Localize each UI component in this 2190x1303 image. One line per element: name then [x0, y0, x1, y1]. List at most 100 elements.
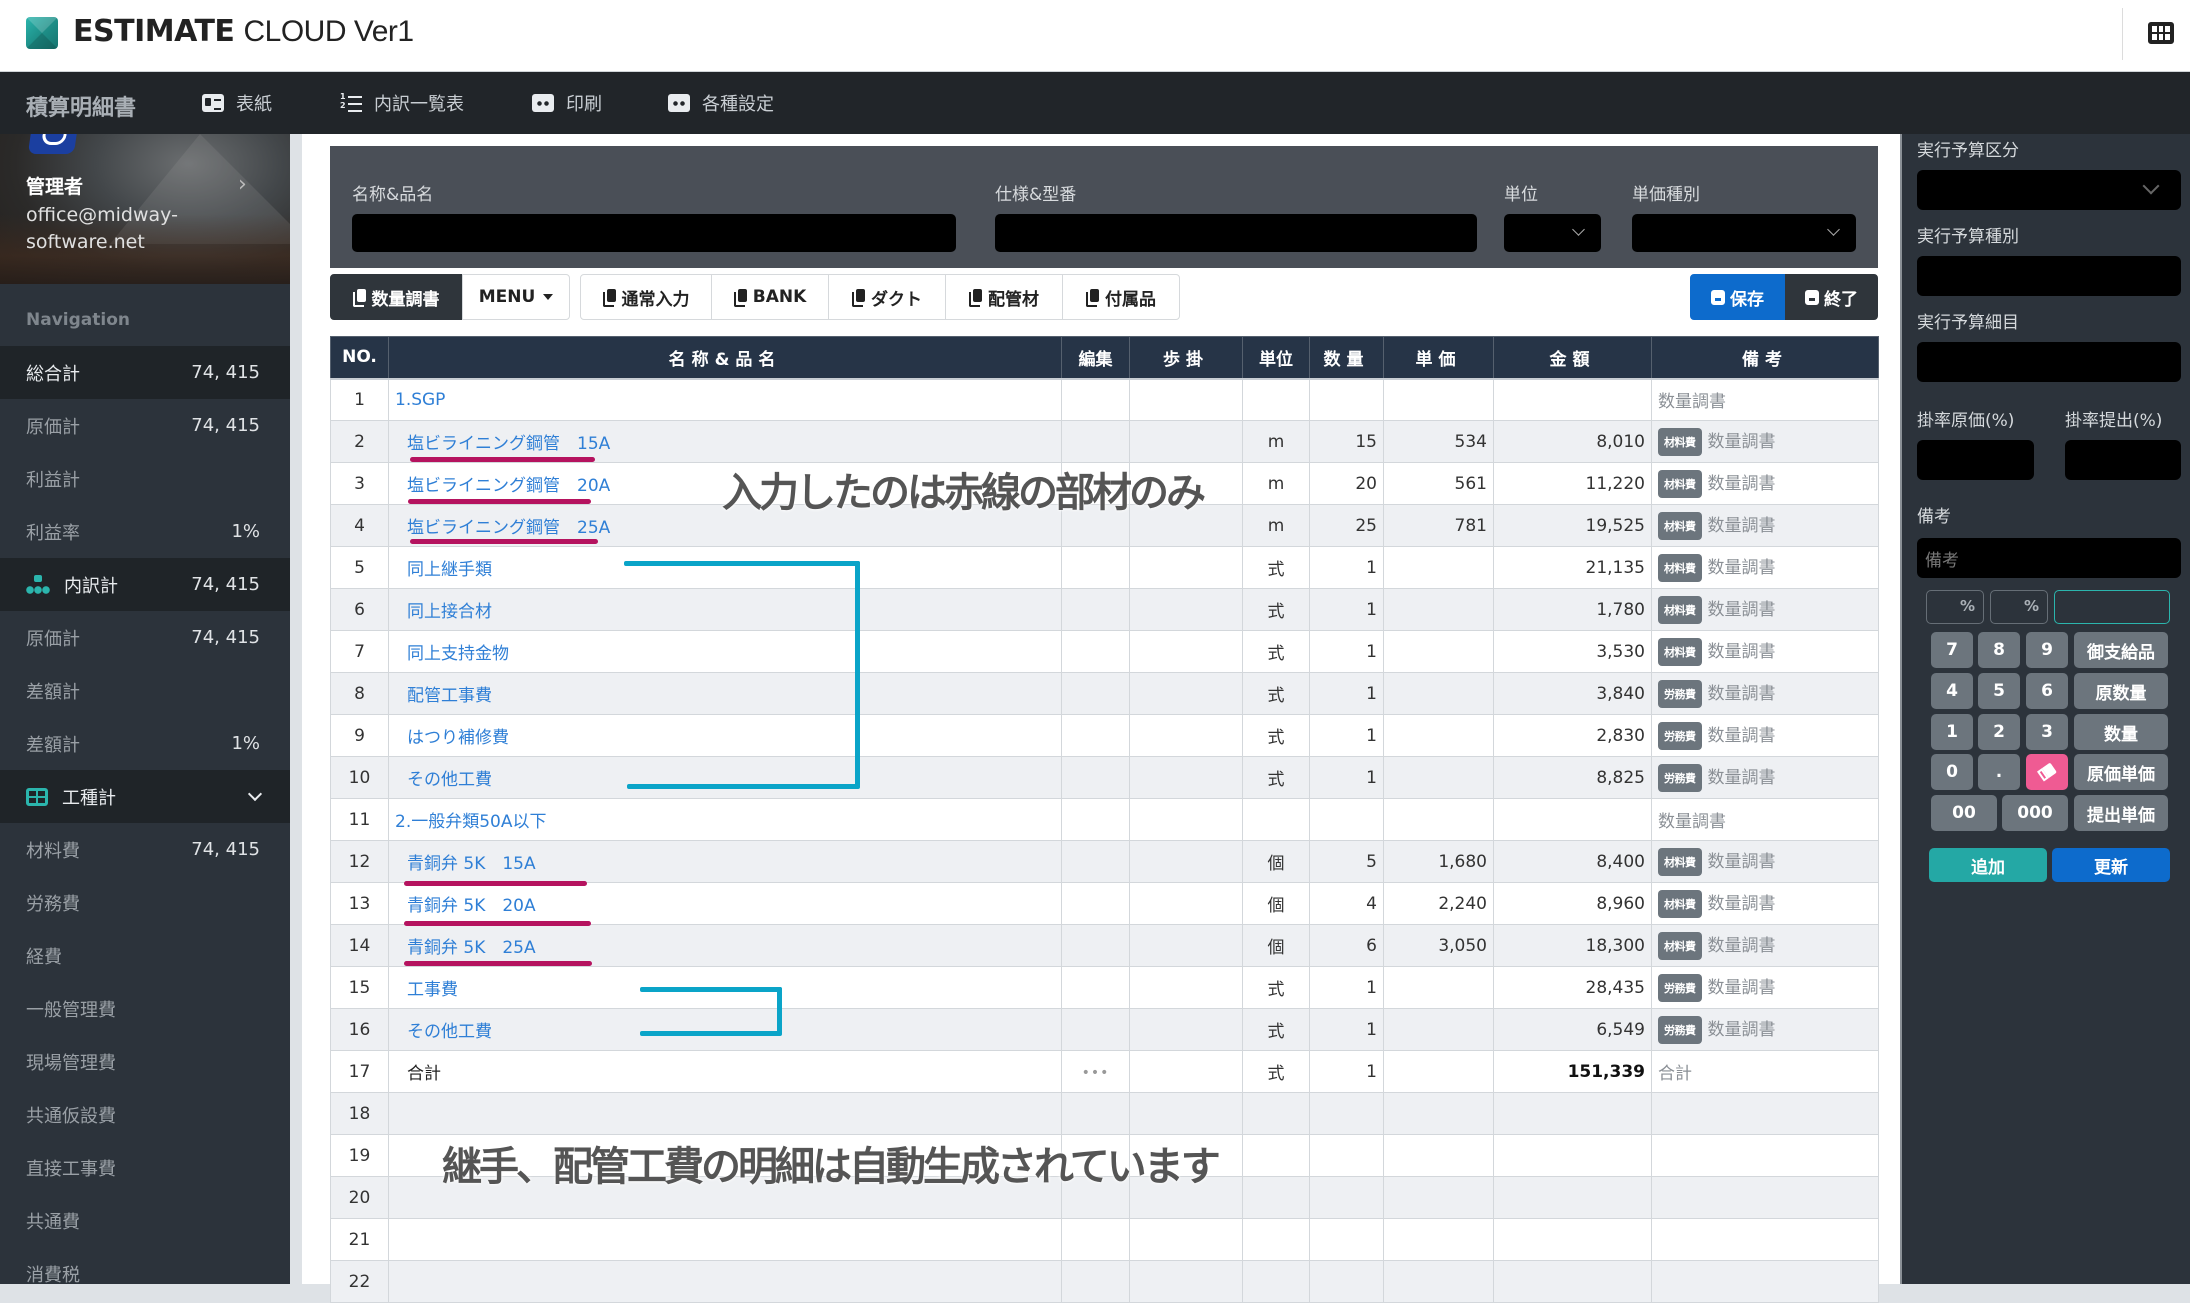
cell-remark[interactable]	[1651, 1260, 1879, 1303]
cell-amount[interactable]: 19,525	[1493, 504, 1652, 547]
cell-amount[interactable]	[1493, 798, 1652, 841]
cell-unit[interactable]: 式	[1242, 546, 1310, 589]
sidebar-item[interactable]: 利益率 1%	[0, 505, 290, 558]
cell-edit[interactable]	[1061, 714, 1130, 757]
cell-name[interactable]: 塩ビライニング鋼管 20A	[388, 462, 1062, 505]
cell-rate[interactable]	[1129, 882, 1243, 925]
cell-qty[interactable]: 1	[1309, 1050, 1384, 1093]
cell-rate[interactable]	[1129, 1050, 1243, 1093]
cell-qty[interactable]	[1309, 1218, 1384, 1261]
cell-edit[interactable]	[1061, 756, 1130, 799]
cell-remark[interactable]: 数量調書	[1651, 798, 1879, 841]
bank-button[interactable]: BANK	[711, 274, 829, 320]
cell-unit[interactable]: 式	[1242, 966, 1310, 1009]
cell-unit[interactable]: 個	[1242, 924, 1310, 967]
cell-amount[interactable]: 8,400	[1493, 840, 1652, 883]
cell-rate[interactable]	[1129, 504, 1243, 547]
cell-qty[interactable]: 1	[1309, 714, 1384, 757]
sidebar-item[interactable]: 差額計 1%	[0, 717, 290, 770]
item-name-link[interactable]: 合計	[395, 1064, 441, 1084]
cell-amount[interactable]: 151,339	[1493, 1050, 1652, 1093]
cell-remark[interactable]: 材料費 数量調書	[1651, 504, 1879, 547]
nav-settings[interactable]: 各種設定	[668, 90, 774, 116]
cell-rate[interactable]	[1129, 756, 1243, 799]
cell-unit[interactable]: 式	[1242, 588, 1310, 631]
cell-no[interactable]: 1	[330, 378, 389, 421]
cell-unit[interactable]: 個	[1242, 882, 1310, 925]
table-row[interactable]: 5 同上継手類 式 1 21,135 材料費 数量調書	[330, 546, 1879, 589]
cell-rate[interactable]	[1129, 672, 1243, 715]
item-name-link[interactable]: 1.SGP	[395, 390, 445, 410]
cell-remark[interactable]: 材料費 数量調書	[1651, 462, 1879, 505]
cell-name[interactable]: はつり補修費	[388, 714, 1062, 757]
cell-no[interactable]: 6	[330, 588, 389, 631]
table-row[interactable]: 11 2.一般弁類50A以下 数量調書	[330, 798, 1879, 841]
key-4[interactable]: 4	[1931, 673, 1973, 709]
cell-remark[interactable]: 材料費 数量調書	[1651, 630, 1879, 673]
cell-rate[interactable]	[1129, 924, 1243, 967]
rate-submit-input[interactable]	[2065, 440, 2181, 480]
item-name-link[interactable]: 青銅弁 5K 20A	[395, 896, 536, 916]
cell-edit[interactable]	[1061, 1134, 1130, 1177]
save-button[interactable]: 保存	[1690, 274, 1785, 320]
sidebar-item[interactable]: 直接工事費	[0, 1141, 290, 1194]
more-options-icon[interactable]: •••	[1082, 1065, 1110, 1081]
cell-name[interactable]	[388, 1092, 1062, 1135]
cell-rate[interactable]	[1129, 1218, 1243, 1261]
table-row[interactable]: 14 青銅弁 5K 25A 個 6 3,050 18,300 材料費 数量調書	[330, 924, 1879, 967]
cell-remark[interactable]	[1651, 1134, 1879, 1177]
percent-input-1[interactable]: %	[1926, 590, 1984, 624]
cell-edit[interactable]	[1061, 504, 1130, 547]
cell-price[interactable]	[1383, 966, 1494, 1009]
col-header-edit[interactable]: 編集	[1061, 336, 1130, 380]
normal-input-button[interactable]: 通常入力	[580, 274, 712, 320]
cell-remark[interactable]: 数量調書	[1651, 378, 1879, 421]
sidebar-item[interactable]: 現場管理費	[0, 1035, 290, 1088]
cell-amount[interactable]: 11,220	[1493, 462, 1652, 505]
cell-rate[interactable]	[1129, 966, 1243, 1009]
cell-edit[interactable]	[1061, 1176, 1130, 1219]
cell-remark[interactable]	[1651, 1218, 1879, 1261]
sidebar-item[interactable]: 工種計	[0, 770, 290, 823]
cell-qty[interactable]	[1309, 378, 1384, 421]
cell-name[interactable]: 2.一般弁類50A以下	[388, 798, 1062, 841]
cell-qty[interactable]: 4	[1309, 882, 1384, 925]
cell-no[interactable]: 19	[330, 1134, 389, 1177]
sidebar-item[interactable]: 共通費	[0, 1194, 290, 1247]
user-profile[interactable]: 管理者 office@midway-software.net ›	[0, 134, 290, 284]
cell-name[interactable]	[388, 1218, 1062, 1261]
cell-no[interactable]: 8	[330, 672, 389, 715]
sidebar-item[interactable]: 労務費	[0, 876, 290, 929]
key-00[interactable]: 00	[1931, 795, 1997, 831]
key-dot[interactable]: .	[1978, 754, 2020, 790]
cell-amount[interactable]: 8,010	[1493, 420, 1652, 463]
cell-remark[interactable]: 材料費 数量調書	[1651, 420, 1879, 463]
item-name-link[interactable]: 同上接合材	[395, 602, 492, 622]
col-header-unit[interactable]: 単位	[1242, 336, 1310, 380]
cell-rate[interactable]	[1129, 1008, 1243, 1051]
cell-remark[interactable]: 材料費 数量調書	[1651, 882, 1879, 925]
cell-edit[interactable]	[1061, 882, 1130, 925]
cell-no[interactable]: 3	[330, 462, 389, 505]
cell-qty[interactable]: 6	[1309, 924, 1384, 967]
cell-rate[interactable]	[1129, 546, 1243, 589]
cell-price[interactable]	[1383, 672, 1494, 715]
cell-remark[interactable]: 材料費 数量調書	[1651, 924, 1879, 967]
duct-button[interactable]: ダクト	[828, 274, 946, 320]
cell-edit[interactable]	[1061, 546, 1130, 589]
menu-dropdown-button[interactable]: MENU	[462, 274, 570, 320]
key-000[interactable]: 000	[2002, 795, 2068, 831]
update-button[interactable]: 更新	[2052, 848, 2170, 882]
cell-name[interactable]	[388, 1260, 1062, 1303]
cell-remark[interactable]: 材料費 数量調書	[1651, 588, 1879, 631]
cell-remark[interactable]	[1651, 1176, 1879, 1219]
cell-price[interactable]	[1383, 714, 1494, 757]
piping-material-button[interactable]: 配管材	[945, 274, 1063, 320]
cell-price[interactable]	[1383, 1008, 1494, 1051]
cell-no[interactable]: 12	[330, 840, 389, 883]
cell-remark[interactable]: 材料費 数量調書	[1651, 546, 1879, 589]
grid-icon[interactable]	[2148, 22, 2174, 44]
table-row[interactable]: 18	[330, 1092, 1879, 1135]
cell-price[interactable]: 781	[1383, 504, 1494, 547]
unit-select[interactable]	[1504, 214, 1601, 252]
